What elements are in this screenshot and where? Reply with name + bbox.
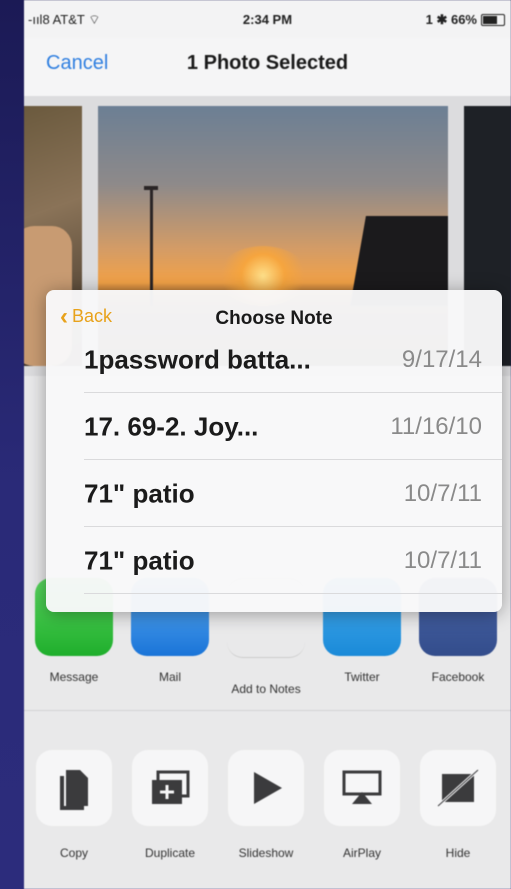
action-label: Copy: [59, 846, 88, 860]
action-airplay[interactable]: AirPlay: [322, 750, 402, 860]
choose-note-popup: ‹ Back Choose Note 1password batta... 9/…: [46, 290, 502, 612]
note-title: 71" patio: [84, 545, 195, 575]
share-app-label: Facebook: [431, 670, 485, 684]
page-title: 1 Photo Selected: [186, 52, 349, 74]
battery-label: 1 ✱ 66%: [425, 12, 477, 27]
divider: [84, 593, 502, 594]
duplicate-icon: [132, 750, 208, 826]
status-bar: -ııl8 AT&T ⌔ 2:34 PM 1 ✱ 66%: [24, 0, 511, 38]
list-item[interactable]: 1password batta... 9/17/14: [46, 326, 502, 393]
note-date: 9/17/14: [401, 345, 482, 373]
action-slideshow[interactable]: Slideshow: [226, 750, 306, 860]
slideshow-icon: [228, 750, 304, 826]
list-item[interactable]: 71" patio 10/7/11: [46, 460, 502, 527]
action-label: Hide: [445, 846, 471, 860]
action-hide[interactable]: Hide: [418, 750, 498, 860]
share-app-label: Mail: [158, 670, 181, 684]
list-item[interactable]: 71" patio 10/7/11: [46, 527, 502, 594]
list-item[interactable]: 17. 69-2. Joy... 11/16/10: [46, 393, 502, 460]
action-label: Slideshow: [238, 846, 294, 860]
actions-row: Copy Duplicate Slideshow AirPlay Hide: [24, 730, 511, 889]
share-app-label: Message: [49, 670, 99, 684]
note-title: 71" patio: [84, 478, 195, 508]
airplay-icon: [324, 750, 400, 826]
action-label: AirPlay: [342, 846, 381, 860]
battery-icon: [481, 14, 505, 26]
share-app-label: Twitter: [344, 670, 380, 684]
note-date: 10/7/11: [403, 479, 482, 507]
note-date: 10/7/11: [403, 546, 482, 574]
note-title: 17. 69-2. Joy...: [84, 411, 259, 441]
navigation-bar: Cancel 1 Photo Selected: [24, 38, 511, 97]
action-label: Duplicate: [144, 846, 196, 860]
share-app-label: Add to Notes: [231, 682, 301, 696]
note-date: 11/16/10: [390, 412, 482, 440]
action-duplicate[interactable]: Duplicate: [130, 750, 210, 860]
hide-icon: [420, 750, 496, 826]
action-copy[interactable]: Copy: [34, 750, 114, 860]
copy-icon: [36, 750, 112, 826]
street-lamp-shape: [144, 186, 158, 306]
note-title: 1password batta...: [84, 344, 311, 374]
